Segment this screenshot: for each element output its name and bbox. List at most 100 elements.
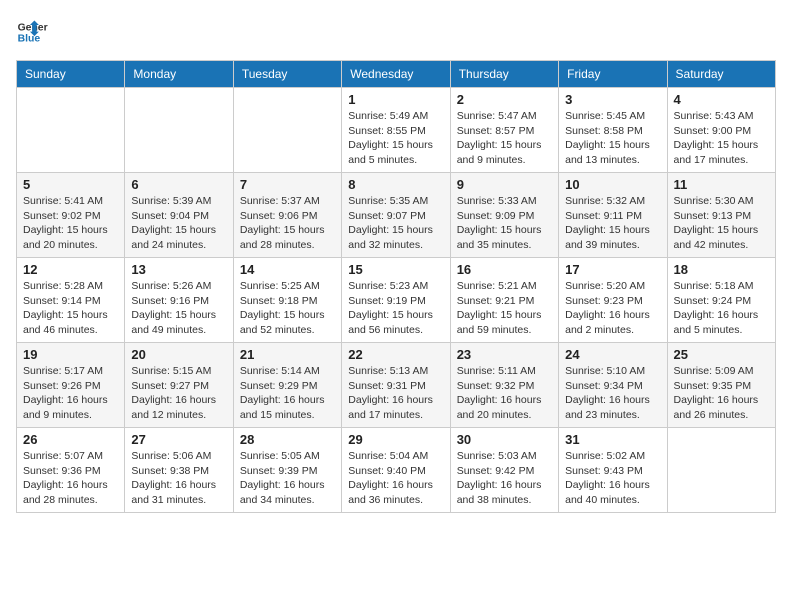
day-number: 24 bbox=[565, 347, 660, 362]
day-info: Sunrise: 5:20 AM Sunset: 9:23 PM Dayligh… bbox=[565, 279, 660, 338]
calendar-cell: 31 Sunrise: 5:02 AM Sunset: 9:43 PM Dayli… bbox=[559, 428, 667, 513]
calendar-cell: 16 Sunrise: 5:21 AM Sunset: 9:21 PM Dayli… bbox=[450, 258, 558, 343]
day-info: Sunrise: 5:37 AM Sunset: 9:06 PM Dayligh… bbox=[240, 194, 335, 253]
calendar-cell: 10 Sunrise: 5:32 AM Sunset: 9:11 PM Dayli… bbox=[559, 173, 667, 258]
calendar-cell: 20 Sunrise: 5:15 AM Sunset: 9:27 PM Dayli… bbox=[125, 343, 233, 428]
day-number: 26 bbox=[23, 432, 118, 447]
calendar-cell: 14Sunrise: 5:25 AM Sunset: 9:18 PM Dayli… bbox=[233, 258, 341, 343]
day-info: Sunrise: 5:35 AM Sunset: 9:07 PM Dayligh… bbox=[348, 194, 443, 253]
calendar-cell: 5Sunrise: 5:41 AM Sunset: 9:02 PM Daylig… bbox=[17, 173, 125, 258]
day-number: 6 bbox=[131, 177, 226, 192]
calendar-cell: 27Sunrise: 5:06 AM Sunset: 9:38 PM Dayli… bbox=[125, 428, 233, 513]
calendar-cell bbox=[125, 88, 233, 173]
day-info: Sunrise: 5:30 AM Sunset: 9:13 PM Dayligh… bbox=[674, 194, 769, 253]
day-number: 20 bbox=[131, 347, 226, 362]
calendar-cell: 24 Sunrise: 5:10 AM Sunset: 9:34 PM Dayli… bbox=[559, 343, 667, 428]
day-number: 29 bbox=[348, 432, 443, 447]
day-info: Sunrise: 5:11 AM Sunset: 9:32 PM Dayligh… bbox=[457, 364, 552, 423]
calendar-week-3: 12 Sunrise: 5:28 AM Sunset: 9:14 PM Dayli… bbox=[17, 258, 776, 343]
logo-icon: General Blue bbox=[16, 16, 48, 48]
day-number: 13 bbox=[131, 262, 226, 277]
day-info: Sunrise: 5:03 AM Sunset: 9:42 PM Dayligh… bbox=[457, 449, 552, 508]
day-info: Sunrise: 5:49 AM Sunset: 8:55 PM Dayligh… bbox=[348, 109, 443, 168]
day-number: 8 bbox=[348, 177, 443, 192]
day-info: Sunrise: 5:07 AM Sunset: 9:36 PM Dayligh… bbox=[23, 449, 118, 508]
day-info: Sunrise: 5:47 AM Sunset: 8:57 PM Dayligh… bbox=[457, 109, 552, 168]
day-number: 25 bbox=[674, 347, 769, 362]
day-number: 19 bbox=[23, 347, 118, 362]
day-number: 2 bbox=[457, 92, 552, 107]
day-number: 11 bbox=[674, 177, 769, 192]
day-number: 27 bbox=[131, 432, 226, 447]
calendar-cell: 25Sunrise: 5:09 AM Sunset: 9:35 PM Dayli… bbox=[667, 343, 775, 428]
day-number: 10 bbox=[565, 177, 660, 192]
calendar-cell: 6 Sunrise: 5:39 AM Sunset: 9:04 PM Daylig… bbox=[125, 173, 233, 258]
weekday-header-tuesday: Tuesday bbox=[233, 61, 341, 88]
day-number: 1 bbox=[348, 92, 443, 107]
day-number: 4 bbox=[674, 92, 769, 107]
calendar-cell: 2 Sunrise: 5:47 AM Sunset: 8:57 PM Daylig… bbox=[450, 88, 558, 173]
calendar-cell: 26 Sunrise: 5:07 AM Sunset: 9:36 PM Dayli… bbox=[17, 428, 125, 513]
calendar-cell: 23 Sunrise: 5:11 AM Sunset: 9:32 PM Dayli… bbox=[450, 343, 558, 428]
day-info: Sunrise: 5:39 AM Sunset: 9:04 PM Dayligh… bbox=[131, 194, 226, 253]
calendar-cell: 3 Sunrise: 5:45 AM Sunset: 8:58 PM Daylig… bbox=[559, 88, 667, 173]
weekday-header-saturday: Saturday bbox=[667, 61, 775, 88]
calendar-cell: 9 Sunrise: 5:33 AM Sunset: 9:09 PM Daylig… bbox=[450, 173, 558, 258]
day-number: 21 bbox=[240, 347, 335, 362]
calendar-cell: 13 Sunrise: 5:26 AM Sunset: 9:16 PM Dayli… bbox=[125, 258, 233, 343]
calendar-cell bbox=[667, 428, 775, 513]
day-number: 18 bbox=[674, 262, 769, 277]
day-info: Sunrise: 5:18 AM Sunset: 9:24 PM Dayligh… bbox=[674, 279, 769, 338]
calendar-cell: 30 Sunrise: 5:03 AM Sunset: 9:42 PM Dayli… bbox=[450, 428, 558, 513]
day-number: 28 bbox=[240, 432, 335, 447]
page-header: General Blue bbox=[16, 16, 776, 48]
day-number: 23 bbox=[457, 347, 552, 362]
calendar-cell: 7Sunrise: 5:37 AM Sunset: 9:06 PM Daylig… bbox=[233, 173, 341, 258]
weekday-header-monday: Monday bbox=[125, 61, 233, 88]
day-number: 17 bbox=[565, 262, 660, 277]
weekday-header-thursday: Thursday bbox=[450, 61, 558, 88]
day-info: Sunrise: 5:32 AM Sunset: 9:11 PM Dayligh… bbox=[565, 194, 660, 253]
logo: General Blue bbox=[16, 16, 48, 48]
day-number: 12 bbox=[23, 262, 118, 277]
calendar-week-1: 1 Sunrise: 5:49 AM Sunset: 8:55 PM Daylig… bbox=[17, 88, 776, 173]
calendar-cell: 11 Sunrise: 5:30 AM Sunset: 9:13 PM Dayli… bbox=[667, 173, 775, 258]
day-info: Sunrise: 5:13 AM Sunset: 9:31 PM Dayligh… bbox=[348, 364, 443, 423]
day-info: Sunrise: 5:10 AM Sunset: 9:34 PM Dayligh… bbox=[565, 364, 660, 423]
day-number: 9 bbox=[457, 177, 552, 192]
calendar-cell: 17 Sunrise: 5:20 AM Sunset: 9:23 PM Dayli… bbox=[559, 258, 667, 343]
day-number: 3 bbox=[565, 92, 660, 107]
calendar-cell: 21 Sunrise: 5:14 AM Sunset: 9:29 PM Dayli… bbox=[233, 343, 341, 428]
calendar-cell: 1 Sunrise: 5:49 AM Sunset: 8:55 PM Daylig… bbox=[342, 88, 450, 173]
weekday-header-wednesday: Wednesday bbox=[342, 61, 450, 88]
day-info: Sunrise: 5:33 AM Sunset: 9:09 PM Dayligh… bbox=[457, 194, 552, 253]
calendar-week-4: 19Sunrise: 5:17 AM Sunset: 9:26 PM Dayli… bbox=[17, 343, 776, 428]
weekday-header-sunday: Sunday bbox=[17, 61, 125, 88]
calendar-cell: 19Sunrise: 5:17 AM Sunset: 9:26 PM Dayli… bbox=[17, 343, 125, 428]
day-info: Sunrise: 5:26 AM Sunset: 9:16 PM Dayligh… bbox=[131, 279, 226, 338]
day-number: 31 bbox=[565, 432, 660, 447]
day-number: 16 bbox=[457, 262, 552, 277]
day-info: Sunrise: 5:45 AM Sunset: 8:58 PM Dayligh… bbox=[565, 109, 660, 168]
weekday-header-row: SundayMondayTuesdayWednesdayThursdayFrid… bbox=[17, 61, 776, 88]
calendar-cell bbox=[17, 88, 125, 173]
calendar-cell: 8 Sunrise: 5:35 AM Sunset: 9:07 PM Daylig… bbox=[342, 173, 450, 258]
day-info: Sunrise: 5:02 AM Sunset: 9:43 PM Dayligh… bbox=[565, 449, 660, 508]
day-number: 14 bbox=[240, 262, 335, 277]
calendar-cell: 18 Sunrise: 5:18 AM Sunset: 9:24 PM Dayli… bbox=[667, 258, 775, 343]
day-info: Sunrise: 5:14 AM Sunset: 9:29 PM Dayligh… bbox=[240, 364, 335, 423]
day-info: Sunrise: 5:04 AM Sunset: 9:40 PM Dayligh… bbox=[348, 449, 443, 508]
day-info: Sunrise: 5:15 AM Sunset: 9:27 PM Dayligh… bbox=[131, 364, 226, 423]
calendar-cell: 22 Sunrise: 5:13 AM Sunset: 9:31 PM Dayli… bbox=[342, 343, 450, 428]
day-info: Sunrise: 5:28 AM Sunset: 9:14 PM Dayligh… bbox=[23, 279, 118, 338]
calendar-cell: 12 Sunrise: 5:28 AM Sunset: 9:14 PM Dayli… bbox=[17, 258, 125, 343]
weekday-header-friday: Friday bbox=[559, 61, 667, 88]
calendar-cell: 28Sunrise: 5:05 AM Sunset: 9:39 PM Dayli… bbox=[233, 428, 341, 513]
calendar-cell: 15Sunrise: 5:23 AM Sunset: 9:19 PM Dayli… bbox=[342, 258, 450, 343]
day-number: 22 bbox=[348, 347, 443, 362]
day-number: 30 bbox=[457, 432, 552, 447]
day-number: 5 bbox=[23, 177, 118, 192]
day-number: 15 bbox=[348, 262, 443, 277]
calendar-cell bbox=[233, 88, 341, 173]
day-info: Sunrise: 5:21 AM Sunset: 9:21 PM Dayligh… bbox=[457, 279, 552, 338]
